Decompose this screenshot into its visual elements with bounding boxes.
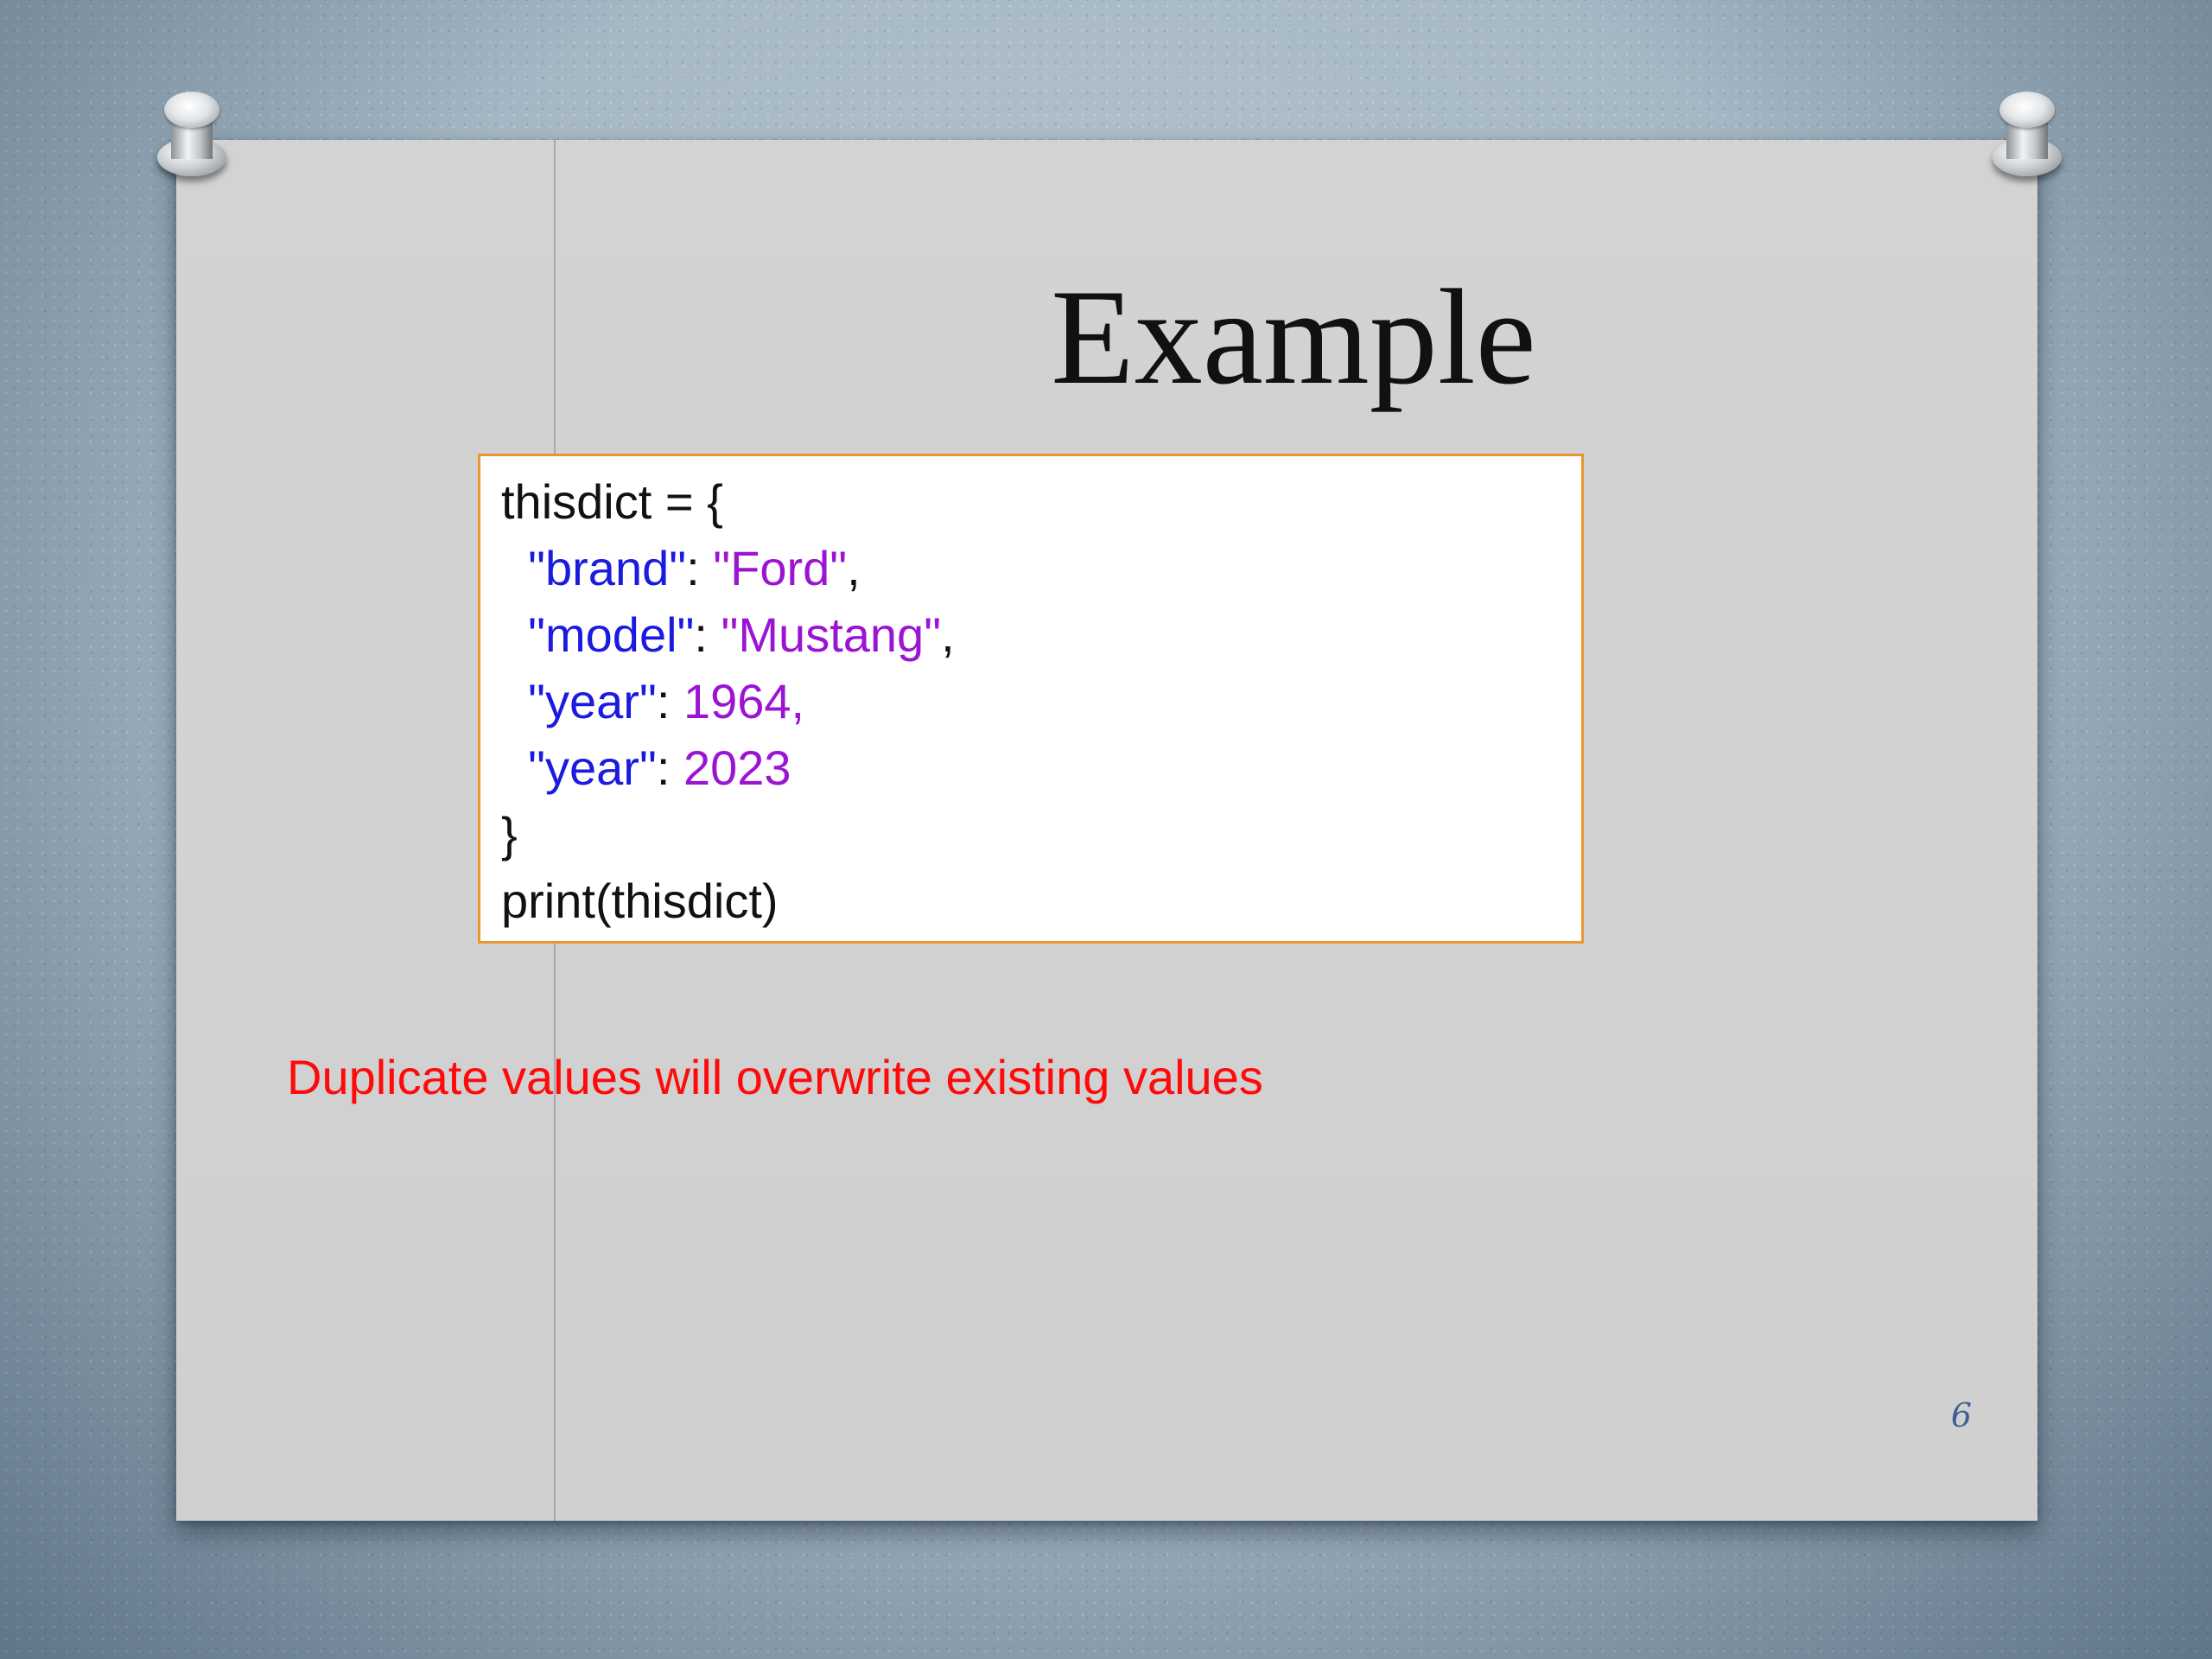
code-text: : [686,541,714,595]
code-text: , [847,541,861,595]
code-line: } [501,801,1581,868]
code-key: "year" [528,674,657,728]
code-text: : [656,741,683,795]
pushpin-right-icon [1987,92,2067,187]
code-text: thisdict = { [501,474,723,529]
code-line: "model": "Mustang", [501,601,1581,668]
slide: Example thisdict = { "brand": "Ford", "m… [176,140,2037,1521]
code-line: "year": 1964, [501,668,1581,734]
pushpin-left-icon [152,92,232,187]
page-number: 6 [1950,1396,1972,1434]
code-value: 1964, [683,674,805,728]
code-text: : [656,674,683,728]
code-text: } [501,807,518,861]
code-text: print(thisdict) [501,874,779,928]
code-line: "year": 2023 [501,734,1581,801]
code-value: "Mustang" [721,607,942,662]
code-line: "brand": "Ford", [501,535,1581,601]
code-text: , [941,607,955,662]
code-block: thisdict = { "brand": "Ford", "model": "… [478,454,1584,944]
code-line: print(thisdict) [501,868,1581,934]
code-value: 2023 [683,741,791,795]
slide-title: Example [1051,262,1536,413]
code-key: "year" [528,741,657,795]
code-key: "brand" [528,541,687,595]
code-value: "Ford" [713,541,848,595]
note-text: Duplicate values will overwrite existing… [287,1050,1263,1104]
code-line: thisdict = { [501,468,1581,535]
code-text: : [694,607,721,662]
code-key: "model" [528,607,695,662]
